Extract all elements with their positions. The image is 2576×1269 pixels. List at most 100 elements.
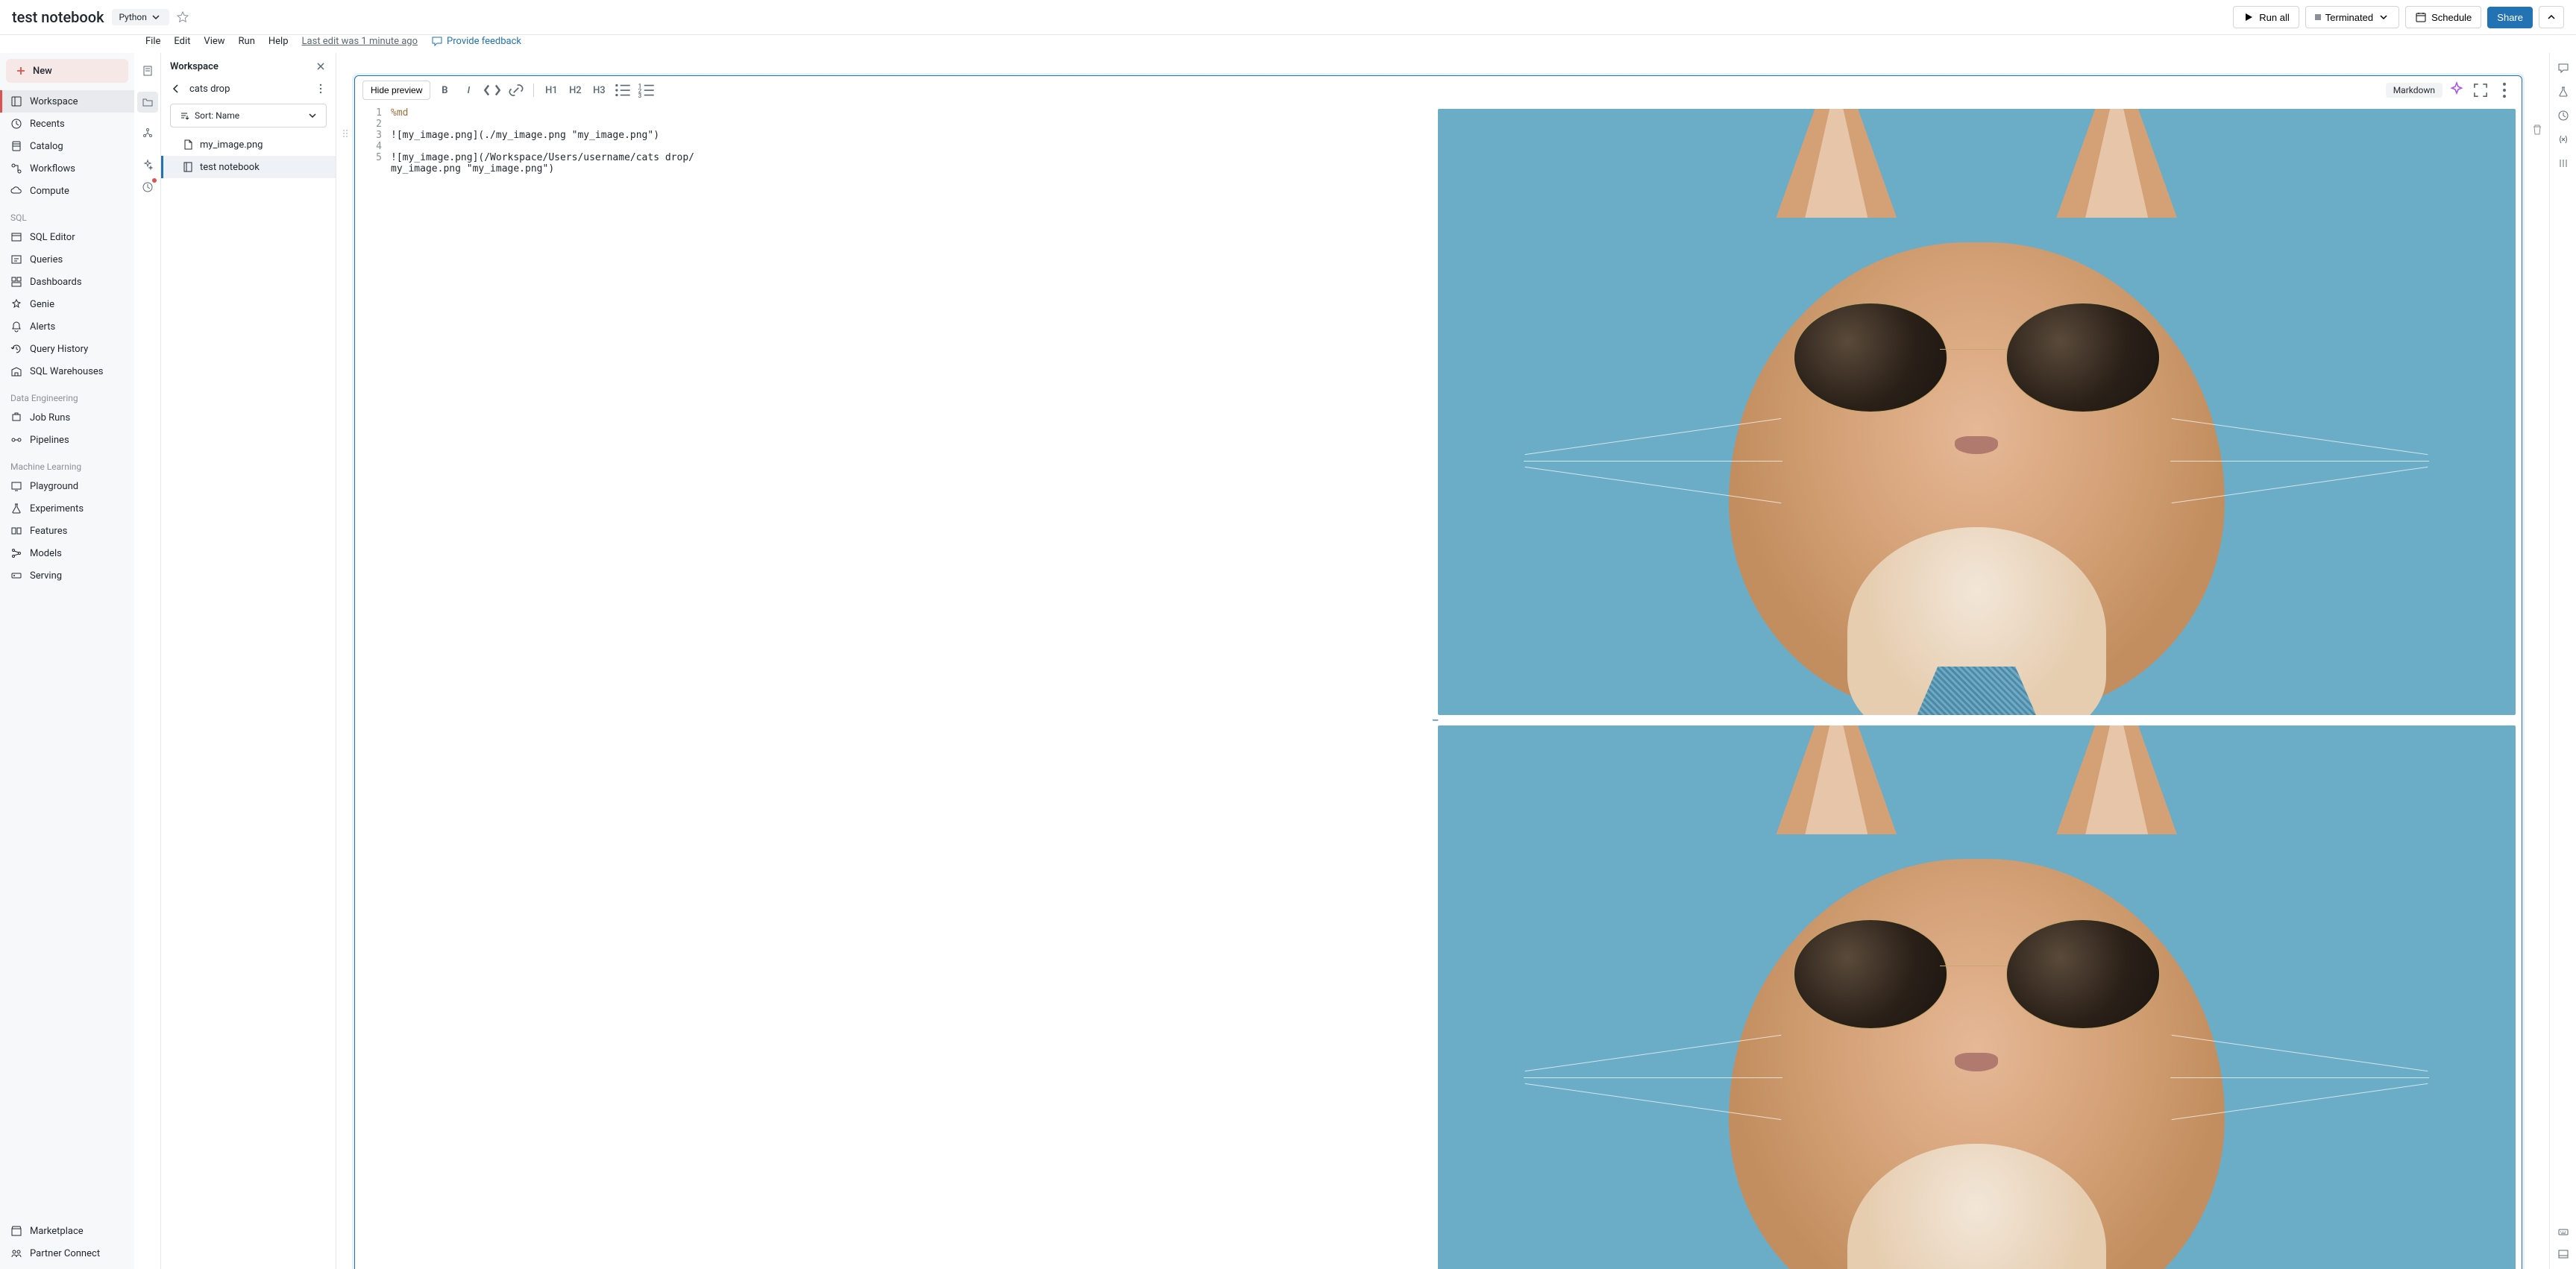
sidebar-item-compute[interactable]: Compute (0, 180, 134, 202)
breadcrumb[interactable]: cats drop (189, 84, 230, 95)
assistant-icon[interactable] (137, 154, 158, 175)
jobs-icon (10, 412, 22, 423)
compute-status-button[interactable]: Terminated (2305, 6, 2399, 28)
new-button[interactable]: New (6, 59, 128, 83)
flask-icon (10, 503, 22, 514)
sidebar-item-label: SQL Editor (30, 232, 75, 243)
file-item[interactable]: my_image.png (161, 133, 336, 156)
menu-help[interactable]: Help (268, 36, 289, 47)
file-name: my_image.png (200, 139, 263, 151)
variables-icon[interactable] (2557, 133, 2569, 145)
numbered-list-icon[interactable]: 123 (637, 81, 656, 100)
sidebar-item-job-runs[interactable]: Job Runs (0, 406, 134, 429)
collapse-button[interactable] (2539, 6, 2564, 28)
revision-icon[interactable] (2557, 110, 2569, 122)
header: test notebook Python Run all Terminated … (0, 0, 2576, 35)
hide-preview-button[interactable]: Hide preview (362, 81, 430, 100)
ai-assist-icon[interactable] (2447, 81, 2466, 100)
panel-right-icon[interactable] (2557, 157, 2569, 169)
sidebar-item-workspace[interactable]: Workspace (0, 90, 134, 113)
sidebar-item-warehouses[interactable]: SQL Warehouses (0, 360, 134, 382)
more-vertical-icon[interactable] (2495, 81, 2514, 100)
sidebar-item-pipelines[interactable]: Pipelines (0, 429, 134, 451)
partner-icon (10, 1247, 22, 1259)
folder-icon[interactable] (137, 92, 158, 113)
sidebar-item-dashboards[interactable]: Dashboards (0, 271, 134, 293)
sidebar-item-recents[interactable]: Recents (0, 113, 134, 135)
sidebar-item-genie[interactable]: Genie (0, 293, 134, 315)
sidebar-item-label: Genie (30, 299, 54, 310)
language-selector[interactable]: Python (112, 9, 169, 25)
calendar-icon (2415, 11, 2427, 23)
sidebar-item-catalog[interactable]: Catalog (0, 135, 134, 157)
menu-edit[interactable]: Edit (174, 36, 190, 47)
more-vertical-icon[interactable] (315, 83, 327, 95)
delete-icon[interactable] (2531, 124, 2543, 136)
sidebar-item-alerts[interactable]: Alerts (0, 315, 134, 338)
model-icon (10, 547, 22, 559)
workspace-icon (10, 95, 22, 107)
link-icon[interactable] (506, 81, 526, 100)
share-label: Share (2497, 12, 2523, 23)
sidebar-item-experiments[interactable]: Experiments (0, 497, 134, 520)
sidebar-item-label: SQL Warehouses (30, 366, 104, 377)
sidebar-item-models[interactable]: Models (0, 542, 134, 564)
keyboard-icon[interactable] (2557, 1226, 2569, 1238)
file-name: test notebook (200, 162, 260, 173)
schedule-button[interactable]: Schedule (2405, 6, 2481, 28)
sidebar-item-marketplace[interactable]: Marketplace (0, 1220, 134, 1242)
sidebar-item-query-history[interactable]: Query History (0, 338, 134, 360)
status-square-icon (2315, 14, 2321, 20)
comment-icon[interactable] (2557, 62, 2569, 74)
share-button[interactable]: Share (2487, 7, 2533, 28)
bullet-list-icon[interactable] (613, 81, 632, 100)
code-editor[interactable]: 1%md 2 3![my_image.png](./my_image.png "… (355, 104, 1433, 1269)
sidebar-item-workflows[interactable]: Workflows (0, 157, 134, 180)
italic-icon[interactable]: I (459, 81, 478, 100)
preview-image (1438, 725, 2516, 1269)
bold-icon[interactable]: B (435, 81, 454, 100)
menu-file[interactable]: File (145, 36, 160, 47)
schema-icon[interactable] (137, 123, 158, 144)
sidebar-item-sql-editor[interactable]: SQL Editor (0, 226, 134, 248)
close-icon[interactable] (315, 60, 327, 72)
recent-activity-icon[interactable] (137, 177, 158, 198)
sort-selector[interactable]: Sort: Name (170, 104, 327, 127)
sidebar-item-serving[interactable]: Serving (0, 564, 134, 587)
h1-button[interactable]: H1 (541, 81, 561, 100)
cell-type-badge[interactable]: Markdown (2386, 83, 2443, 98)
code-text (391, 119, 1433, 130)
h2-button[interactable]: H2 (565, 81, 585, 100)
experiment-icon[interactable] (2557, 86, 2569, 98)
last-edit-link[interactable]: Last edit was 1 minute ago (302, 36, 418, 47)
sidebar-item-partner[interactable]: Partner Connect (0, 1242, 134, 1265)
notebook-icon (182, 161, 194, 173)
menu-run[interactable]: Run (239, 36, 255, 47)
drag-handle-icon[interactable] (339, 127, 351, 139)
language-label: Python (119, 12, 147, 22)
h3-button[interactable]: H3 (589, 81, 609, 100)
section-ml: Machine Learning (0, 451, 134, 475)
sidebar-item-label: Marketplace (30, 1226, 84, 1237)
sidebar-item-features[interactable]: Features (0, 520, 134, 542)
feedback-link[interactable]: Provide feedback (431, 35, 521, 47)
code-text: %md (391, 107, 1433, 119)
back-icon[interactable] (170, 83, 182, 95)
sidebar-item-label: Workflows (30, 163, 75, 174)
chevron-down-icon (307, 110, 318, 122)
menu-view[interactable]: View (204, 36, 224, 47)
new-label: New (33, 66, 52, 77)
run-all-button[interactable]: Run all (2233, 6, 2299, 28)
outline-icon[interactable] (137, 60, 158, 81)
sidebar-item-playground[interactable]: Playground (0, 475, 134, 497)
notebook-title[interactable]: test notebook (12, 8, 104, 26)
expand-icon[interactable] (2471, 81, 2490, 100)
chevron-down-icon (2378, 11, 2390, 23)
file-item[interactable]: test notebook (161, 156, 336, 178)
panel-bottom-icon[interactable] (2557, 1248, 2569, 1260)
sidebar-item-queries[interactable]: Queries (0, 248, 134, 271)
star-icon[interactable] (177, 11, 189, 23)
features-icon (10, 525, 22, 537)
code-text: ![my_image.png](./my_image.png "my_image… (391, 130, 1433, 141)
code-icon[interactable] (483, 81, 502, 100)
